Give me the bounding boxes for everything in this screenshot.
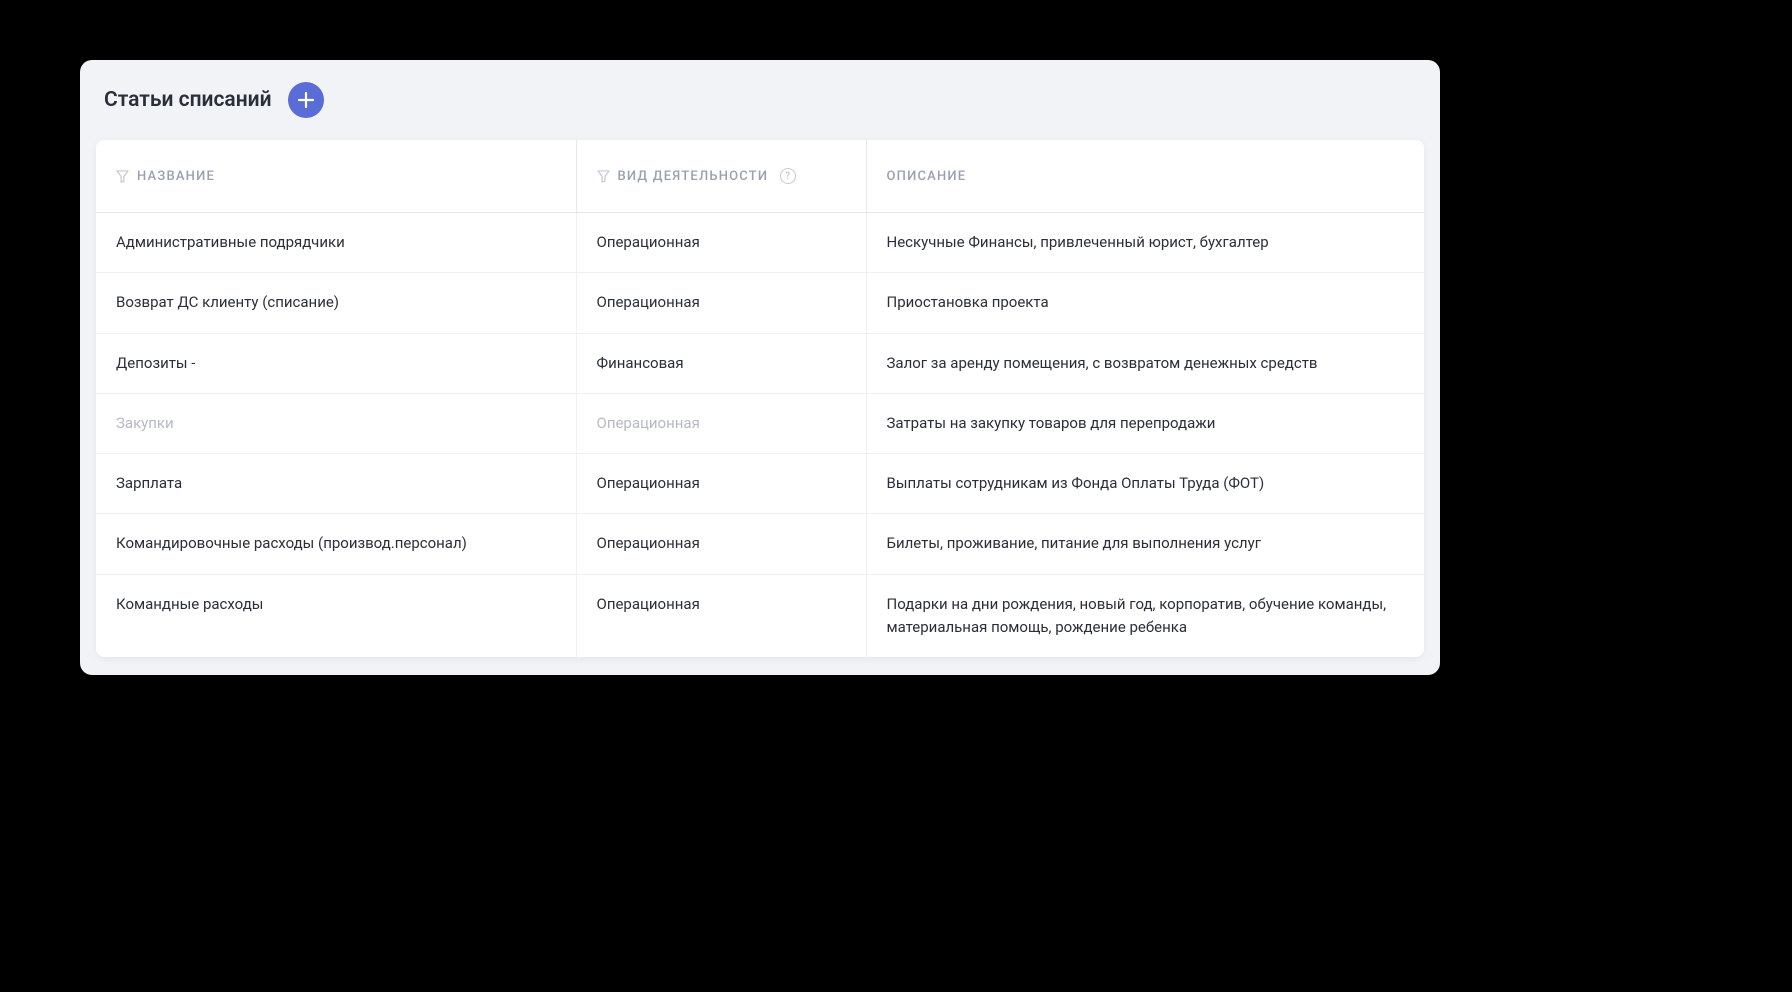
- cell-desc: Затраты на закупку товаров для перепрода…: [866, 393, 1424, 453]
- column-header-desc: ОПИСАНИЕ: [866, 140, 1424, 213]
- cell-name: Административные подрядчики: [96, 213, 576, 273]
- column-header-name[interactable]: НАЗВАНИЕ: [96, 140, 576, 213]
- cell-name: Зарплата: [96, 454, 576, 514]
- cell-name: Закупки: [96, 393, 576, 453]
- articles-table: НАЗВАНИЕ ВИД ДЕЯТЕЛЬНОСТИ ?: [96, 140, 1424, 657]
- table-row[interactable]: Депозиты -ФинансоваяЗалог за аренду поме…: [96, 333, 1424, 393]
- panel-header: Статьи списаний: [80, 60, 1440, 140]
- cell-desc: Подарки на дни рождения, новый год, корп…: [866, 574, 1424, 657]
- cell-name: Депозиты -: [96, 333, 576, 393]
- table-header-row: НАЗВАНИЕ ВИД ДЕЯТЕЛЬНОСТИ ?: [96, 140, 1424, 213]
- cell-name: Командные расходы: [96, 574, 576, 657]
- filter-icon: [116, 170, 129, 183]
- table-container: НАЗВАНИЕ ВИД ДЕЯТЕЛЬНОСТИ ?: [96, 140, 1424, 657]
- cell-type: Финансовая: [576, 333, 866, 393]
- cell-name: Возврат ДС клиенту (списание): [96, 273, 576, 333]
- column-header-type[interactable]: ВИД ДЕЯТЕЛЬНОСТИ ?: [576, 140, 866, 213]
- table-row[interactable]: Командные расходыОперационнаяПодарки на …: [96, 574, 1424, 657]
- table-row[interactable]: ЗакупкиОперационнаяЗатраты на закупку то…: [96, 393, 1424, 453]
- column-label: ВИД ДЕЯТЕЛЬНОСТИ: [618, 169, 769, 184]
- add-button[interactable]: [288, 82, 324, 118]
- panel-title: Статьи списаний: [104, 88, 272, 112]
- cell-desc: Залог за аренду помещения, с возвратом д…: [866, 333, 1424, 393]
- table-row[interactable]: ЗарплатаОперационнаяВыплаты сотрудникам …: [96, 454, 1424, 514]
- column-label: НАЗВАНИЕ: [137, 169, 215, 184]
- help-icon[interactable]: ?: [780, 168, 796, 184]
- cell-type: Операционная: [576, 574, 866, 657]
- table-row[interactable]: Административные подрядчикиОперационнаяН…: [96, 213, 1424, 273]
- cell-desc: Выплаты сотрудникам из Фонда Оплаты Труд…: [866, 454, 1424, 514]
- writeoff-articles-panel: Статьи списаний НА: [80, 60, 1440, 675]
- cell-type: Операционная: [576, 454, 866, 514]
- column-label: ОПИСАНИЕ: [887, 169, 967, 184]
- cell-desc: Нескучные Финансы, привлеченный юрист, б…: [866, 213, 1424, 273]
- cell-name: Командировочные расходы (производ.персон…: [96, 514, 576, 574]
- cell-desc: Приостановка проекта: [866, 273, 1424, 333]
- cell-type: Операционная: [576, 213, 866, 273]
- filter-icon: [597, 170, 610, 183]
- cell-type: Операционная: [576, 273, 866, 333]
- cell-desc: Билеты, проживание, питание для выполнен…: [866, 514, 1424, 574]
- table-row[interactable]: Возврат ДС клиенту (списание)Операционна…: [96, 273, 1424, 333]
- cell-type: Операционная: [576, 514, 866, 574]
- table-row[interactable]: Командировочные расходы (производ.персон…: [96, 514, 1424, 574]
- plus-icon: [297, 91, 315, 109]
- cell-type: Операционная: [576, 393, 866, 453]
